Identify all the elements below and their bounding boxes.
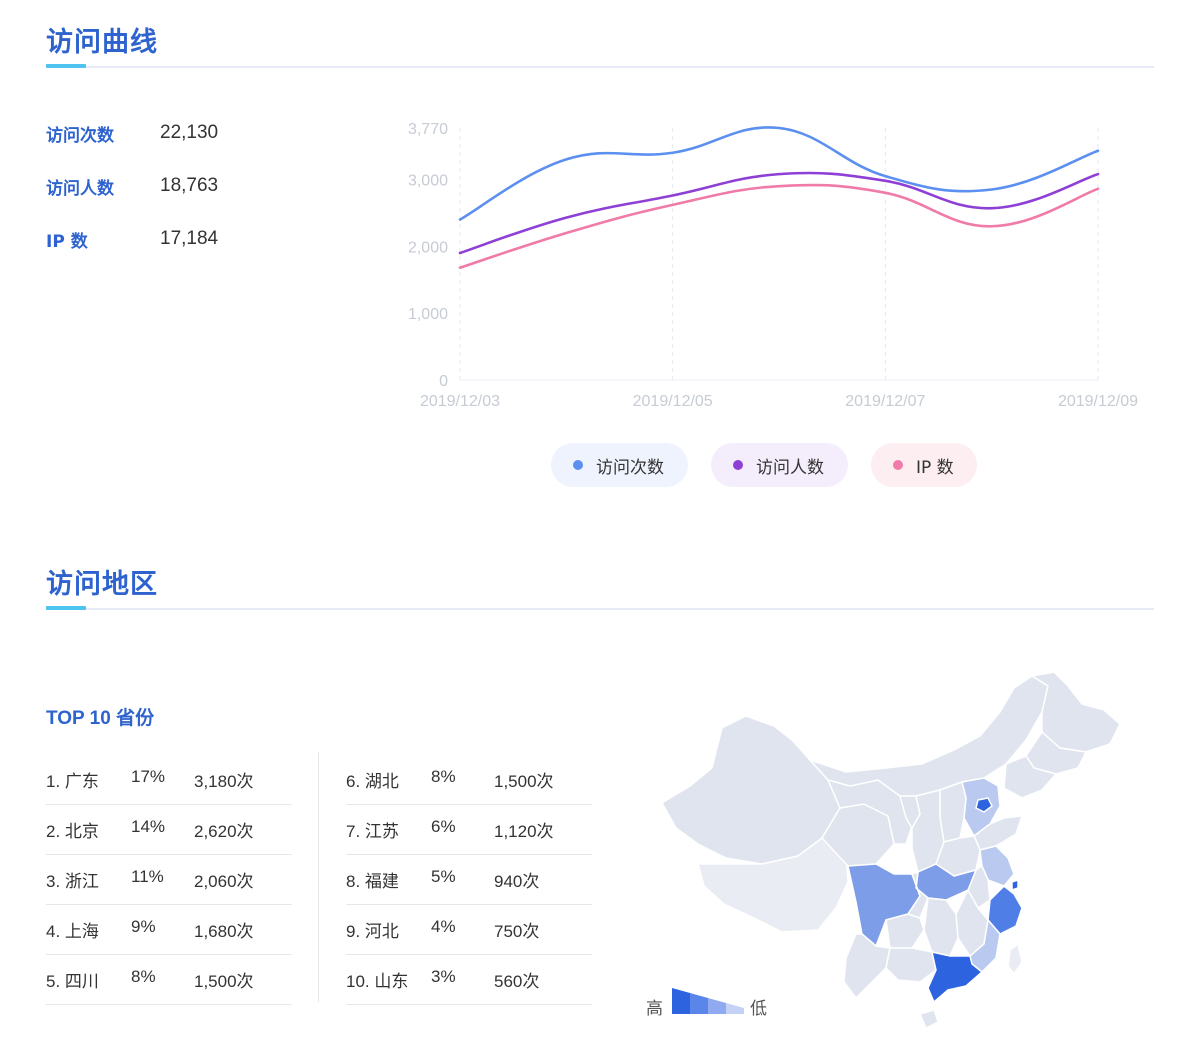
province-rank-name: 2. 北京 [46, 822, 99, 841]
map-scale-low-label: 低 [750, 999, 767, 1019]
visits-title-divider [46, 66, 1154, 68]
chart-y-tick-label: 2,000 [408, 239, 448, 256]
map-province-yunnan[interactable] [843, 933, 891, 1000]
legend-label-visitors: 访问人数 [756, 457, 824, 478]
province-rank-row: 7. 江苏 6% 1,120次 [346, 805, 592, 855]
chart-y-tick-label: 3,770 [408, 121, 448, 138]
legend-item-visits[interactable]: 访问次数 [551, 443, 688, 487]
province-rank-count: 750次 [494, 922, 540, 941]
map-province-xinjiang[interactable] [660, 715, 841, 865]
stat-ip-label: IP 数 [46, 231, 88, 252]
chart-x-tick-label: 2019/12/03 [420, 393, 500, 410]
china-province-map [660, 671, 1121, 1030]
province-rank-name: 9. 河北 [346, 922, 399, 941]
province-rank-row: 9. 河北 4% 750次 [346, 905, 592, 955]
province-rank-name: 1. 广东 [46, 772, 99, 791]
chart-y-tick-label: 1,000 [408, 306, 448, 323]
legend-label-visits: 访问次数 [596, 457, 664, 478]
province-rank-percent: 9% [131, 917, 156, 936]
province-rank-name: 4. 上海 [46, 922, 99, 941]
map-province-shanghai[interactable] [1011, 878, 1019, 892]
map-province-guizhou[interactable] [885, 913, 925, 949]
chart-y-tick-label: 3,000 [408, 172, 448, 189]
province-rank-row: 4. 上海 9% 1,680次 [46, 905, 292, 955]
stat-visits-value: 22,130 [160, 122, 219, 143]
map-province-hainan[interactable] [918, 1009, 939, 1030]
province-rank-count: 560次 [494, 972, 540, 991]
province-rank-count: 1,500次 [494, 772, 554, 791]
province-rank-percent: 11% [131, 867, 164, 886]
legend-item-visitors[interactable]: 访问人数 [711, 443, 848, 487]
legend-dot-ip [893, 460, 903, 470]
province-rank-row: 2. 北京 14% 2,620次 [46, 805, 292, 855]
chart-x-tick-label: 2019/12/09 [1058, 393, 1138, 410]
chart-x-tick-label: 2019/12/07 [845, 393, 925, 410]
stat-visitors: 访问人数 18,763 [46, 173, 218, 199]
province-rank-row: 1. 广东 17% 3,180次 [46, 755, 292, 805]
province-rank-name: 3. 浙江 [46, 872, 99, 891]
province-rank-percent: 6% [431, 817, 456, 836]
stat-ip-value: 17,184 [160, 228, 219, 249]
stat-visits: 访问次数 22,130 [46, 120, 218, 146]
province-rank-count: 3,180次 [194, 772, 254, 791]
province-rank-percent: 8% [131, 967, 156, 986]
province-rank-row: 8. 福建 5% 940次 [346, 855, 592, 905]
visits-title-accent [46, 64, 86, 68]
province-rank-name: 10. 山东 [346, 972, 409, 991]
legend-item-ip[interactable]: IP 数 [871, 443, 977, 487]
region-section-title: 访问地区 [46, 569, 158, 600]
province-rank-name: 6. 湖北 [346, 772, 399, 791]
province-rank-percent: 5% [431, 867, 456, 886]
stat-ip: IP 数 17,184 [46, 226, 218, 252]
chart-series-line-2[interactable] [458, 183, 1100, 270]
legend-dot-visits [573, 460, 583, 470]
map-scale-gradient [672, 988, 744, 1014]
province-rank-row: 10. 山东 3% 560次 [346, 955, 592, 1005]
top10-title: TOP 10 省份 [46, 708, 155, 729]
province-rank-percent: 17% [131, 767, 166, 786]
region-title-accent [46, 606, 86, 610]
province-rank-count: 1,120次 [494, 822, 554, 841]
province-rank-count: 1,680次 [194, 922, 254, 941]
province-rank-percent: 4% [431, 917, 456, 936]
stat-visitors-value: 18,763 [160, 175, 219, 196]
legend-dot-visitors [733, 460, 743, 470]
top10-column-divider [318, 752, 319, 1002]
region-title-divider [46, 608, 1154, 610]
province-rank-count: 2,060次 [194, 872, 254, 891]
province-rank-row: 3. 浙江 11% 2,060次 [46, 855, 292, 905]
province-rank-percent: 14% [131, 817, 166, 836]
map-province-guangxi[interactable] [885, 947, 937, 983]
province-rank-count: 2,620次 [194, 822, 254, 841]
map-province-shanxi[interactable] [939, 781, 967, 843]
map-scale-high-label: 高 [646, 999, 663, 1019]
map-province-taiwan[interactable] [1007, 942, 1023, 976]
stat-visitors-label: 访问人数 [46, 178, 114, 199]
province-rank-percent: 3% [431, 967, 456, 986]
province-rank-row: 5. 四川 8% 1,500次 [46, 955, 292, 1005]
chart-y-tick-label: 0 [439, 373, 448, 390]
chart-x-tick-label: 2019/12/05 [633, 393, 713, 410]
province-rank-name: 7. 江苏 [346, 822, 399, 841]
visits-line-chart: 0 1,000 2,000 3,000 3,770 2019/12/03 2019/12/0… [408, 121, 1138, 410]
province-rank-percent: 8% [431, 767, 456, 786]
province-rank-row: 6. 湖北 8% 1,500次 [346, 755, 592, 805]
province-rank-name: 8. 福建 [346, 872, 399, 891]
province-rank-name: 5. 四川 [46, 972, 99, 991]
stat-visits-label: 访问次数 [46, 125, 114, 146]
province-rank-count: 1,500次 [194, 972, 254, 991]
map-province-hunan[interactable] [923, 897, 959, 957]
province-rank-count: 940次 [494, 872, 540, 891]
visits-section-title: 访问曲线 [46, 27, 158, 58]
legend-label-ip: IP 数 [916, 457, 954, 478]
